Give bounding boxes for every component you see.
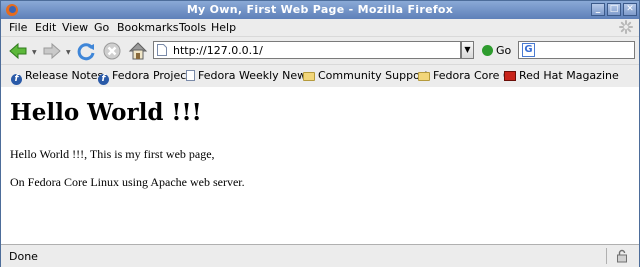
navigation-toolbar: ▼ ▼ http://127.0.0.1/ ▼ Go G (1, 36, 639, 65)
back-dropdown-icon[interactable]: ▼ (32, 49, 37, 56)
menu-go[interactable]: Go (94, 21, 109, 34)
bookmark-label: Release Notes (25, 69, 104, 82)
menu-go-label: Go (94, 21, 110, 34)
bookmark-label: Fedora Core 6 (433, 69, 510, 82)
status-bar: Done (1, 244, 639, 267)
go-label: Go (496, 44, 512, 57)
home-icon[interactable] (127, 40, 149, 62)
bookmark-label: Fedora Project (112, 69, 191, 82)
menu-bookmarks-label: Bookmarks (117, 21, 179, 34)
menu-tools-label: Tools (179, 21, 207, 34)
title-bar[interactable]: My Own, First Web Page - Mozilla Firefox… (1, 1, 639, 19)
page-content: Hello World !!! Hello World !!!, This is… (1, 87, 639, 244)
menu-file-label: File (9, 21, 28, 34)
folder-icon (418, 72, 430, 81)
menu-edit-label: Edit (35, 21, 57, 34)
folder-icon (303, 72, 315, 81)
stop-icon[interactable] (101, 40, 123, 62)
bookmark-community-support[interactable]: Community Support (303, 69, 429, 82)
bookmark-fedora-core-6[interactable]: Fedora Core 6 (418, 69, 510, 82)
throbber-icon (619, 20, 633, 34)
url-dropdown-button[interactable]: ▼ (461, 41, 474, 59)
go-button[interactable]: Go (482, 44, 511, 57)
url-text[interactable]: http://127.0.0.1/ (173, 44, 263, 57)
menu-edit[interactable]: Edit (35, 21, 56, 34)
browser-window: My Own, First Web Page - Mozilla Firefox… (0, 0, 640, 267)
menu-tools[interactable]: Tools (179, 21, 206, 34)
google-search-engine-icon[interactable]: G (522, 43, 535, 57)
bookmark-fedora-project[interactable]: f Fedora Project (98, 69, 191, 85)
menu-help[interactable]: Help (211, 21, 236, 34)
bookmark-label: Fedora Weekly News (198, 69, 312, 82)
bookmark-label: Red Hat Magazine (519, 69, 619, 82)
menu-help-label: Help (211, 21, 237, 34)
back-arrow-icon[interactable] (7, 40, 29, 62)
security-lock-icon[interactable] (615, 249, 629, 263)
page-icon (186, 70, 195, 81)
bookmark-release-notes[interactable]: f Release Notes (11, 69, 103, 85)
page-paragraph-1: Hello World !!!, This is my first web pa… (10, 147, 215, 161)
menu-view-label: View (62, 21, 89, 34)
bookmark-label: Community Support (318, 69, 429, 82)
menu-file[interactable]: File (9, 21, 27, 34)
status-text: Done (9, 250, 38, 263)
maximize-button[interactable]: □ (607, 3, 621, 16)
bookmark-red-hat-magazine[interactable]: Red Hat Magazine (504, 69, 619, 82)
reload-icon[interactable] (75, 40, 97, 62)
window-title: My Own, First Web Page - Mozilla Firefox (186, 3, 454, 16)
status-divider (606, 248, 607, 264)
close-button[interactable]: ✕ (623, 3, 637, 16)
forward-dropdown-icon[interactable]: ▼ (66, 49, 71, 56)
rss-feed-icon (504, 71, 516, 81)
fedora-icon: f (98, 74, 109, 85)
forward-arrow-icon[interactable] (41, 40, 63, 62)
bookmark-fedora-weekly-news[interactable]: Fedora Weekly News (186, 69, 312, 82)
page-icon (157, 44, 167, 56)
fedora-icon: f (11, 74, 22, 85)
page-heading: Hello World !!! (10, 99, 202, 126)
bookmarks-toolbar: f Release Notes f Fedora Project Fedora We… (1, 64, 639, 88)
menu-bar: File Edit View Go Bookmarks Tools Help (1, 19, 639, 36)
minimize-button[interactable]: _ (591, 3, 605, 16)
menu-view[interactable]: View (62, 21, 88, 34)
page-paragraph-2: On Fedora Core Linux using Apache web se… (10, 175, 245, 189)
menu-bookmarks[interactable]: Bookmarks (117, 21, 178, 34)
go-arrow-icon (482, 45, 493, 56)
url-bar[interactable]: http://127.0.0.1/ (153, 41, 461, 59)
search-box[interactable]: G (518, 41, 635, 59)
